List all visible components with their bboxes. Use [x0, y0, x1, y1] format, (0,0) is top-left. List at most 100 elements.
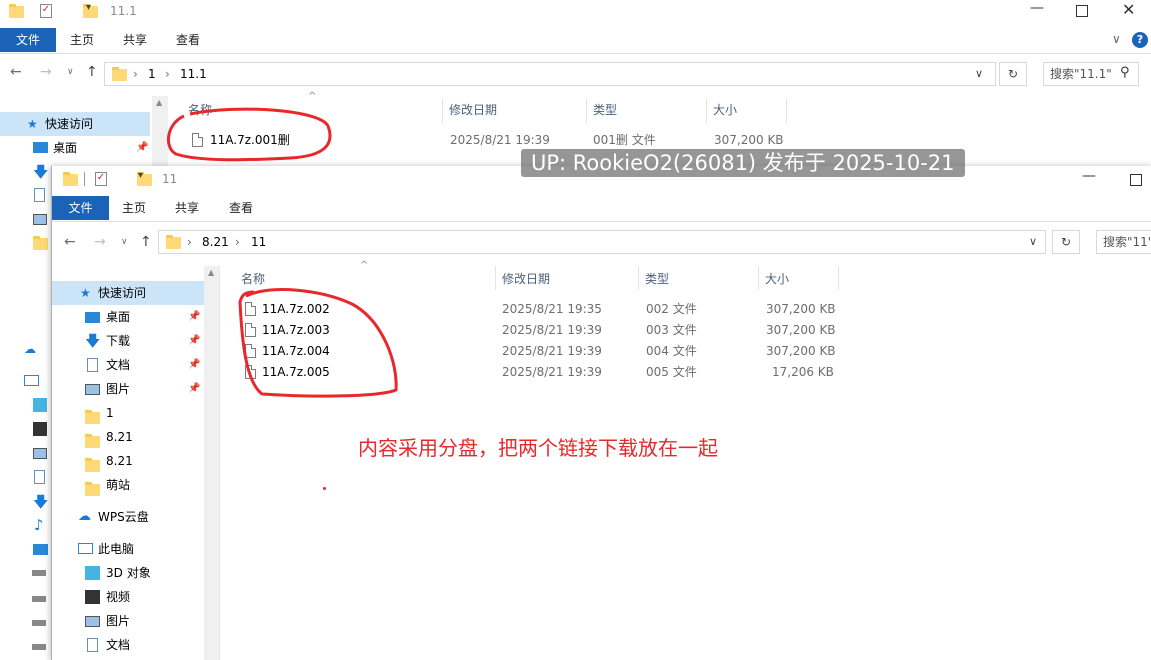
sidebar-item-documents-pc[interactable]: 文档 — [52, 633, 204, 657]
red-dot — [323, 487, 326, 490]
document-icon — [87, 638, 98, 652]
tab-share[interactable]: 共享 — [115, 28, 155, 52]
tab-file[interactable]: 文件 — [0, 28, 56, 52]
folder-icon — [85, 482, 100, 496]
sidebar-item-desktop[interactable]: 桌面 📌 — [52, 305, 204, 329]
cloud-icon: ☁ — [24, 342, 36, 356]
3d-objects-icon — [33, 398, 47, 412]
close-icon[interactable]: ✕ — [1122, 0, 1135, 19]
tab-home[interactable]: 主页 — [62, 28, 102, 52]
maximize-icon[interactable] — [1076, 5, 1088, 17]
folder-icon — [85, 458, 100, 472]
minimize-icon[interactable]: — — [1030, 0, 1044, 16]
breadcrumb-item[interactable]: 8.21 — [202, 231, 229, 253]
sidebar-item-videos[interactable]: 视频 — [52, 585, 204, 609]
sidebar-item-label: 3D 对象 — [106, 566, 151, 580]
sidebar-item-label: 图片 — [106, 382, 131, 396]
breadcrumb-item[interactable]: 1 — [148, 63, 156, 85]
sidebar-item-label: 视频 — [106, 590, 131, 604]
desktop-icon — [33, 544, 48, 555]
address-dropdown-icon[interactable]: ∨ — [975, 67, 983, 80]
sidebar-item-folder-mengzhan[interactable]: 萌站 — [52, 473, 204, 497]
column-header-type[interactable]: 类型 — [593, 98, 617, 122]
properties-icon[interactable]: ✓ — [95, 172, 107, 186]
sidebar-item-folder-1[interactable]: 1 — [52, 401, 204, 425]
properties-icon[interactable]: ✓ — [40, 4, 52, 18]
tab-share[interactable]: 共享 — [167, 196, 207, 220]
breadcrumb-item[interactable]: 11.1 — [180, 63, 207, 85]
drive-icon — [32, 570, 46, 576]
qat-dropdown-icon[interactable]: ▾ — [86, 2, 91, 13]
breadcrumb-item[interactable]: 11 — [251, 231, 266, 253]
forward-arrow-icon[interactable]: → — [94, 230, 106, 254]
front-explorer-window: ✓ ▾ 11 — 文件 主页 共享 查看 ← → ∨ ↑ › 8.21 › 11… — [51, 166, 1151, 660]
column-header-size[interactable]: 大小 — [765, 267, 789, 291]
sidebar-item-folder-8-21[interactable]: 8.21 — [52, 425, 204, 449]
column-header-size[interactable]: 大小 — [713, 98, 737, 122]
back-arrow-icon[interactable]: ← — [64, 230, 76, 254]
folder-icon — [112, 67, 127, 81]
sort-up-icon: ^ — [360, 260, 369, 271]
search-icon: ⚲ — [1120, 65, 1130, 80]
scroll-up-icon[interactable]: ▲ — [208, 268, 214, 277]
sidebar-item-this-pc[interactable]: 此电脑 — [52, 537, 204, 561]
sidebar-item-wps-cloud[interactable]: ☁ WPS云盘 — [52, 505, 204, 529]
file-type: 002 文件 — [646, 302, 697, 316]
file-size: 307,200 KB — [766, 344, 836, 358]
tab-view[interactable]: 查看 — [221, 196, 261, 220]
maximize-icon[interactable] — [1130, 174, 1142, 186]
drive-icon — [32, 644, 46, 650]
column-divider — [442, 98, 443, 122]
refresh-button[interactable]: ↻ — [999, 62, 1027, 86]
desktop-icon — [33, 142, 48, 153]
breadcrumb-separator-icon: › — [165, 67, 170, 81]
video-icon — [85, 590, 100, 604]
recent-dropdown-icon[interactable]: ∨ — [121, 230, 128, 254]
column-header-type[interactable]: 类型 — [645, 267, 669, 291]
up-arrow-icon[interactable]: ↑ — [86, 60, 98, 84]
sidebar-item-pictures-pc[interactable]: 图片 — [52, 609, 204, 633]
sidebar-item-label: 萌站 — [106, 478, 131, 492]
refresh-button[interactable]: ↻ — [1052, 230, 1080, 254]
document-icon — [34, 470, 45, 484]
minimize-icon[interactable]: — — [1082, 168, 1096, 184]
address-bar[interactable]: › 1 › 11.1 ∨ — [104, 62, 996, 86]
ribbon-expand-icon[interactable]: ∨ — [1112, 32, 1121, 46]
pane-divider — [219, 266, 220, 660]
sidebar-item-downloads[interactable]: 🡇 下载 📌 — [52, 329, 204, 353]
sidebar-item-desktop[interactable]: 桌面 📌 — [0, 136, 150, 160]
up-arrow-icon[interactable]: ↑ — [140, 230, 152, 254]
column-header-date[interactable]: 修改日期 — [502, 267, 550, 291]
back-arrow-icon[interactable]: ← — [10, 60, 22, 84]
sidebar-item-label: 此电脑 — [98, 542, 135, 556]
ribbon-divider — [52, 221, 1151, 222]
sidebar-item-pictures[interactable]: 图片 📌 — [52, 377, 204, 401]
tab-file[interactable]: 文件 — [52, 196, 109, 220]
document-icon — [87, 358, 98, 372]
search-input[interactable]: 搜索"11" — [1096, 230, 1151, 254]
recent-dropdown-icon[interactable]: ∨ — [67, 60, 74, 84]
sidebar-item-label: 桌面 — [53, 141, 78, 155]
front-sidebar-scrollbar[interactable]: ▲ — [204, 266, 220, 660]
sidebar-item-label: 1 — [106, 406, 114, 420]
forward-arrow-icon[interactable]: → — [40, 60, 52, 84]
file-type: 003 文件 — [646, 323, 697, 337]
tab-home[interactable]: 主页 — [114, 196, 154, 220]
column-header-date[interactable]: 修改日期 — [449, 98, 497, 122]
red-circle-annotation — [167, 107, 332, 162]
sidebar-item-3d-objects[interactable]: 3D 对象 — [52, 561, 204, 585]
sidebar-item-folder-8-21[interactable]: 8.21 — [52, 449, 204, 473]
front-nav-bar: ← → ∨ ↑ › 8.21 › 11 ∨ ↻ 搜索"11" — [52, 230, 1151, 268]
tab-view[interactable]: 查看 — [168, 28, 208, 52]
sidebar-item-quick-access[interactable]: ★ 快速访问 — [0, 112, 150, 136]
file-date: 2025/8/21 19:35 — [502, 302, 602, 316]
address-bar[interactable]: › 8.21 › 11 ∨ — [158, 230, 1046, 254]
back-title-bar: ✓ ▾ 11.1 — ✕ — [0, 0, 1151, 24]
sidebar-item-quick-access[interactable]: ★ 快速访问 — [52, 281, 204, 305]
help-icon[interactable]: ? — [1132, 32, 1148, 48]
picture-icon — [85, 384, 100, 395]
address-dropdown-icon[interactable]: ∨ — [1029, 235, 1037, 248]
sidebar-item-documents[interactable]: 文档 📌 — [52, 353, 204, 377]
column-divider — [838, 266, 839, 290]
qat-dropdown-icon[interactable]: ▾ — [138, 170, 143, 181]
